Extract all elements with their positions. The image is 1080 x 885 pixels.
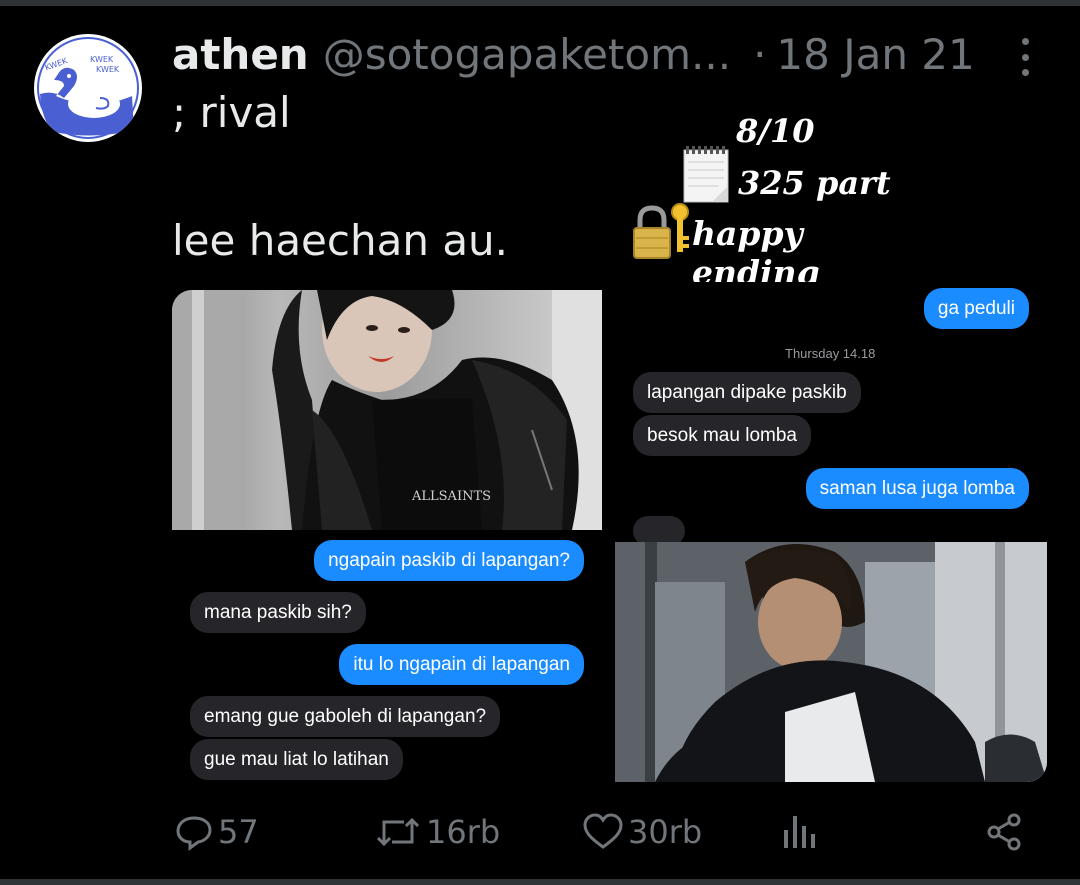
lock-key-icon: [633, 203, 689, 259]
reply-button[interactable]: 57: [174, 810, 259, 854]
chat-bubble-sent: saman lusa juga lomba: [805, 468, 1029, 509]
shirt-text: ALLSAINTS: [411, 489, 491, 504]
chat-bubble-sent: ga peduli: [923, 288, 1029, 329]
like-count: 30rb: [628, 813, 703, 851]
tweet-text-line-2: lee haechan au.: [172, 216, 509, 265]
rating-block: 8/10 325 part happy ending: [630, 108, 930, 292]
retweet-button[interactable]: 16rb: [374, 810, 500, 854]
rating-parts: 325 part: [738, 164, 891, 202]
analytics-icon: [784, 816, 815, 848]
chat-bubble-received: mana paskib sih?: [190, 592, 366, 633]
rating-ending: happy ending: [692, 214, 820, 292]
notepad-icon: [683, 146, 729, 203]
avatar-text-2: KWEK: [90, 55, 114, 64]
header-separator: ·: [753, 29, 767, 79]
photo-boy[interactable]: [615, 542, 1047, 782]
more-options-icon[interactable]: [1014, 38, 1036, 76]
chat-bubble-received: lapangan dipake paskib: [633, 372, 861, 413]
share-icon: [987, 813, 1021, 851]
display-name[interactable]: athen: [172, 30, 309, 79]
top-divider: [0, 0, 1080, 6]
tweet-text-line-1: ; rival: [172, 88, 291, 137]
chat-screenshot-bottom: ngapain paskib di lapangan? mana paskib …: [172, 534, 602, 782]
chat-timestamp: Thursday 14.18: [785, 346, 876, 361]
analytics-button[interactable]: [782, 810, 818, 854]
chat-bubble-received: emang gue gaboleh di lapangan?: [190, 696, 501, 737]
reply-icon: [176, 816, 212, 851]
share-button[interactable]: [984, 810, 1024, 854]
bottom-divider: [0, 879, 1080, 885]
chat-bubble-sent: ngapain paskib di lapangan?: [314, 540, 584, 581]
avatar[interactable]: KWEK KWEK KWEK: [34, 34, 142, 142]
tweet-actions: 57 16rb 30rb: [0, 800, 1080, 864]
chat-screenshot-top: ga peduli Thursday 14.18 lapangan dipake…: [615, 282, 1047, 546]
avatar-text-3: KWEK: [96, 65, 120, 74]
like-icon: [583, 813, 623, 849]
chat-bubble-received: besok mau lomba: [633, 415, 811, 456]
retweet-icon: [376, 817, 420, 847]
chat-bubble-sent: itu lo ngapain di lapangan: [339, 644, 584, 685]
retweet-count: 16rb: [426, 813, 501, 851]
user-handle[interactable]: @sotogapaketom...: [323, 30, 731, 79]
duck-logo-icon: KWEK KWEK KWEK: [37, 37, 139, 139]
tweet-date[interactable]: 18 Jan 21: [776, 30, 974, 79]
photo-girl[interactable]: ALLSAINTS: [172, 290, 602, 530]
tweet-header: athen @sotogapaketom... · 18 Jan 21: [172, 26, 975, 82]
rating-score: 8/10: [736, 112, 815, 150]
chat-bubble-received: gue mau liat lo latihan: [190, 739, 403, 780]
like-button[interactable]: 30rb: [582, 810, 702, 854]
reply-count: 57: [218, 813, 259, 851]
